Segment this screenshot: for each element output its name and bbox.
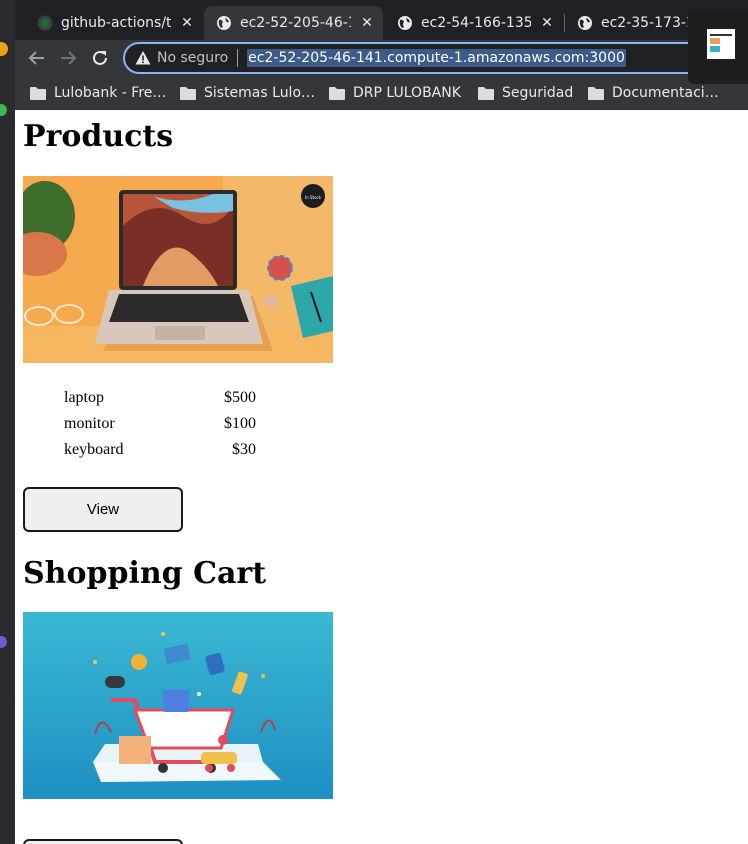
folder-icon: [478, 86, 494, 100]
tab-title: github-actions/te: [61, 15, 171, 31]
product-name: laptop: [64, 389, 104, 406]
web-page: Products In Stock laptop $500 monitor $1…: [15, 110, 748, 844]
close-icon[interactable]: ✕: [359, 15, 375, 31]
table-row: keyboard $30: [63, 438, 257, 462]
svg-text:In Stock: In Stock: [305, 195, 322, 200]
product-price: $30: [232, 441, 256, 458]
dock-app-icon[interactable]: [0, 636, 7, 648]
bookmark-label: Seguridad: [502, 85, 574, 101]
bookmark-label: Sistemas Lulo…: [204, 85, 316, 101]
bookmark-label: Lulobank - Fre…: [54, 85, 167, 101]
forward-button[interactable]: [56, 46, 80, 70]
window-thumbnail[interactable]: [707, 29, 735, 59]
products-heading: Products: [23, 119, 174, 154]
product-price: $500: [224, 389, 256, 406]
table-row: monitor $100: [63, 412, 257, 436]
bookmark-folder[interactable]: Seguridad: [478, 82, 573, 104]
folder-icon: [180, 86, 196, 100]
products-table: laptop $500 monitor $100 keyboard $30: [61, 384, 259, 464]
shopping-cart-heading: Shopping Cart: [23, 556, 267, 591]
tab-title: ec2-54-166-135-96: [421, 15, 531, 31]
folder-icon: [30, 86, 46, 100]
os-dock: [0, 0, 15, 844]
product-name: monitor: [64, 415, 115, 432]
view-cart-button[interactable]: [23, 839, 183, 844]
tab-title: ec2-35-173-13: [601, 15, 695, 31]
url-text[interactable]: ec2-52-205-46-141.compute-1.amazonaws.co…: [247, 49, 626, 67]
dock-app-icon[interactable]: [0, 42, 8, 56]
github-icon: [37, 15, 53, 31]
globe-icon: [217, 16, 231, 30]
warning-icon[interactable]: [135, 50, 151, 66]
bookmark-folder[interactable]: Sistemas Lulo…: [180, 82, 315, 104]
folder-icon: [329, 86, 345, 100]
bookmark-label: DRP LULOBANK: [353, 85, 461, 101]
bookmark-folder[interactable]: DRP LULOBANK: [329, 82, 461, 104]
table-row: laptop $500: [63, 386, 257, 410]
arrow-right-icon: [61, 51, 77, 65]
bookmark-label: Documentaci…: [612, 85, 719, 101]
dock-app-icon[interactable]: [0, 104, 7, 116]
globe-icon: [578, 16, 592, 30]
bookmark-folder[interactable]: Documentaci…: [588, 82, 719, 104]
shopping-cart-image: [23, 612, 333, 799]
product-price: $100: [224, 415, 256, 432]
product-name: keyboard: [64, 441, 124, 458]
reload-icon: [93, 50, 107, 65]
browser-toolbar: No seguro ec2-52-205-46-141.compute-1.am…: [15, 40, 748, 76]
reload-button[interactable]: [88, 46, 112, 70]
tab-ec2-54[interactable]: ec2-54-166-135-96 ✕: [385, 6, 563, 40]
globe-icon: [398, 16, 412, 30]
view-button[interactable]: View: [23, 487, 183, 532]
folder-icon: [588, 86, 604, 100]
tab-ec2-35[interactable]: ec2-35-173-13: [565, 6, 695, 40]
window-preview-popup[interactable]: [688, 10, 748, 84]
bookmark-folder[interactable]: Lulobank - Fre…: [30, 82, 166, 104]
address-bar[interactable]: No seguro ec2-52-205-46-141.compute-1.am…: [123, 42, 733, 74]
back-button[interactable]: [25, 46, 49, 70]
tab-bar: github-actions/te ✕ ec2-52-205-46-141 ✕ …: [15, 0, 748, 40]
tab-ec2-52[interactable]: ec2-52-205-46-141 ✕: [204, 6, 383, 40]
omnibox-divider: [237, 49, 239, 67]
bookmarks-bar: Lulobank - Fre… Sistemas Lulo… DRP LULOB…: [15, 76, 748, 110]
security-status-label[interactable]: No seguro: [157, 50, 228, 66]
tab-title: ec2-52-205-46-141: [240, 15, 351, 31]
close-icon[interactable]: ✕: [539, 15, 555, 31]
close-icon[interactable]: ✕: [179, 15, 195, 31]
tab-github[interactable]: github-actions/te ✕: [25, 6, 203, 40]
laptop-image: In Stock: [23, 176, 333, 363]
arrow-left-icon: [28, 51, 44, 65]
